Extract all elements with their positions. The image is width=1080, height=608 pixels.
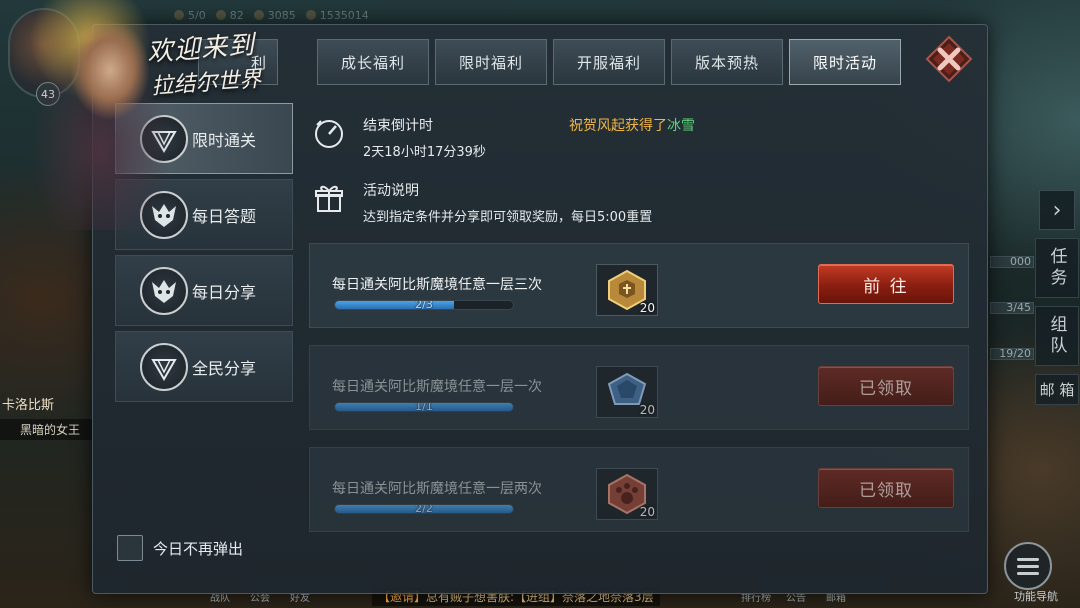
task-list: 每日通关阿比斯魔境任意一层三次 2/3 20 前 往 每日通关阿比斯魔境任意一层…: [309, 243, 969, 549]
tab-limited-welfare[interactable]: 限时福利: [435, 39, 547, 85]
broadcast-marquee: 祝贺风起获得了冰雪: [569, 115, 695, 135]
side-tab-mail[interactable]: 邮 箱: [1035, 374, 1079, 405]
gift-icon: [311, 180, 347, 216]
sidebar-item-label: 每日分享: [192, 282, 257, 302]
claimed-button[interactable]: 已领取: [818, 366, 954, 406]
tab-version-preview[interactable]: 版本预热: [671, 39, 783, 85]
task-progress-bar: 2/3: [334, 300, 514, 310]
right-side-menu: › 任务 组队 邮 箱: [1034, 190, 1080, 405]
sidebar-item-label: 限时通关: [192, 130, 257, 150]
task-row: 每日通关阿比斯魔境任意一层三次 2/3 20 前 往: [309, 243, 969, 328]
target-name: 卡洛比斯: [2, 398, 55, 413]
tab-growth-welfare[interactable]: 成长福利: [317, 39, 429, 85]
reward-count: 20: [639, 505, 655, 519]
resource-level: 82: [215, 9, 244, 22]
close-button[interactable]: [923, 33, 975, 85]
description-row: 活动说明 达到指定条件并分享即可领取奖励，每日5:00重置: [309, 180, 971, 225]
dont-show-today-checkbox[interactable]: [117, 535, 143, 561]
resource-gold: 1535014: [305, 9, 369, 22]
function-menu-button[interactable]: [1004, 542, 1052, 590]
sidebar-item-global-share[interactable]: 全民分享: [115, 331, 293, 402]
reward-count: 20: [639, 301, 655, 315]
level-icon: [215, 10, 226, 20]
right-bar: 000: [990, 256, 1034, 268]
reward-count: 20: [639, 403, 655, 417]
sidebar-item-label: 全民分享: [192, 358, 257, 378]
menu-icon: [1017, 557, 1039, 561]
sidebar-item-daily-share[interactable]: 每日分享: [115, 255, 293, 326]
category-tabs: 利 成长福利 限时福利 开服福利 版本预热 限时活动: [198, 39, 901, 85]
claimed-button[interactable]: 已领取: [818, 468, 954, 508]
sidebar-item-label: 每日答题: [192, 206, 257, 226]
function-menu-label: 功能导航: [1014, 590, 1058, 603]
crystal-emblem-icon: [140, 342, 188, 391]
tab-server-open-welfare[interactable]: 开服福利: [553, 39, 665, 85]
resource-diamond: 3085: [253, 9, 296, 22]
welcome-banner: 欢迎来到 拉结尔世界: [146, 24, 263, 101]
right-bar: 3/45: [990, 302, 1034, 314]
task-row: 每日通关阿比斯魔境任意一层一次 1/1 20 已领取: [309, 345, 969, 430]
progress-text: 2/3: [415, 300, 433, 310]
reward-slot[interactable]: 20: [596, 468, 658, 520]
countdown-value: 2天18小时17分39秒: [363, 145, 486, 160]
task-row: 每日通关阿比斯魔境任意一层两次 2/2 20 已领取: [309, 447, 969, 532]
progress-text: 1/1: [415, 402, 433, 412]
reward-slot[interactable]: 20: [596, 264, 658, 316]
marquee-prefix: 祝贺风起获得了: [569, 118, 667, 134]
description-text: 达到指定条件并分享即可领取奖励，每日5:00重置: [363, 210, 653, 225]
timer-icon: [311, 115, 347, 151]
description-title: 活动说明: [363, 183, 419, 199]
task-name: 每日通关阿比斯魔境任意一层两次: [332, 481, 542, 497]
dont-show-today-label: 今日不再弹出: [153, 539, 244, 558]
progress-text: 2/2: [415, 504, 433, 514]
dont-show-today-option[interactable]: 今日不再弹出: [117, 535, 243, 561]
side-tab-team[interactable]: 组队: [1035, 306, 1079, 366]
tab-limited-event[interactable]: 限时活动: [789, 39, 901, 85]
marquee-highlight: 冰雪: [667, 118, 695, 134]
reward-slot[interactable]: 20: [596, 366, 658, 418]
task-progress-bar: 1/1: [334, 402, 514, 412]
task-progress-bar: 2/2: [334, 504, 514, 514]
target-info: 卡洛比斯 黑暗的女王: [0, 394, 92, 440]
right-bar: 19/20: [990, 348, 1034, 360]
close-icon: [925, 35, 973, 83]
go-button[interactable]: 前 往: [818, 264, 954, 304]
task-name: 每日通关阿比斯魔境任意一层三次: [332, 277, 542, 293]
chevron-right-icon[interactable]: ›: [1039, 190, 1075, 230]
demon-emblem-icon: [140, 266, 188, 315]
countdown-title: 结束倒计时: [363, 118, 433, 134]
task-name: 每日通关阿比斯魔境任意一层一次: [332, 379, 542, 395]
target-title: 黑暗的女王: [0, 419, 92, 440]
right-progress-bars: 000 3/45 19/20: [990, 256, 1034, 394]
diamond-icon: [253, 10, 264, 20]
gold-icon: [305, 10, 316, 20]
event-panel: 利 成长福利 限时福利 开服福利 版本预热 限时活动 限时通关 每日答题 每日分…: [92, 24, 988, 594]
side-tab-quest[interactable]: 任务: [1035, 238, 1079, 298]
